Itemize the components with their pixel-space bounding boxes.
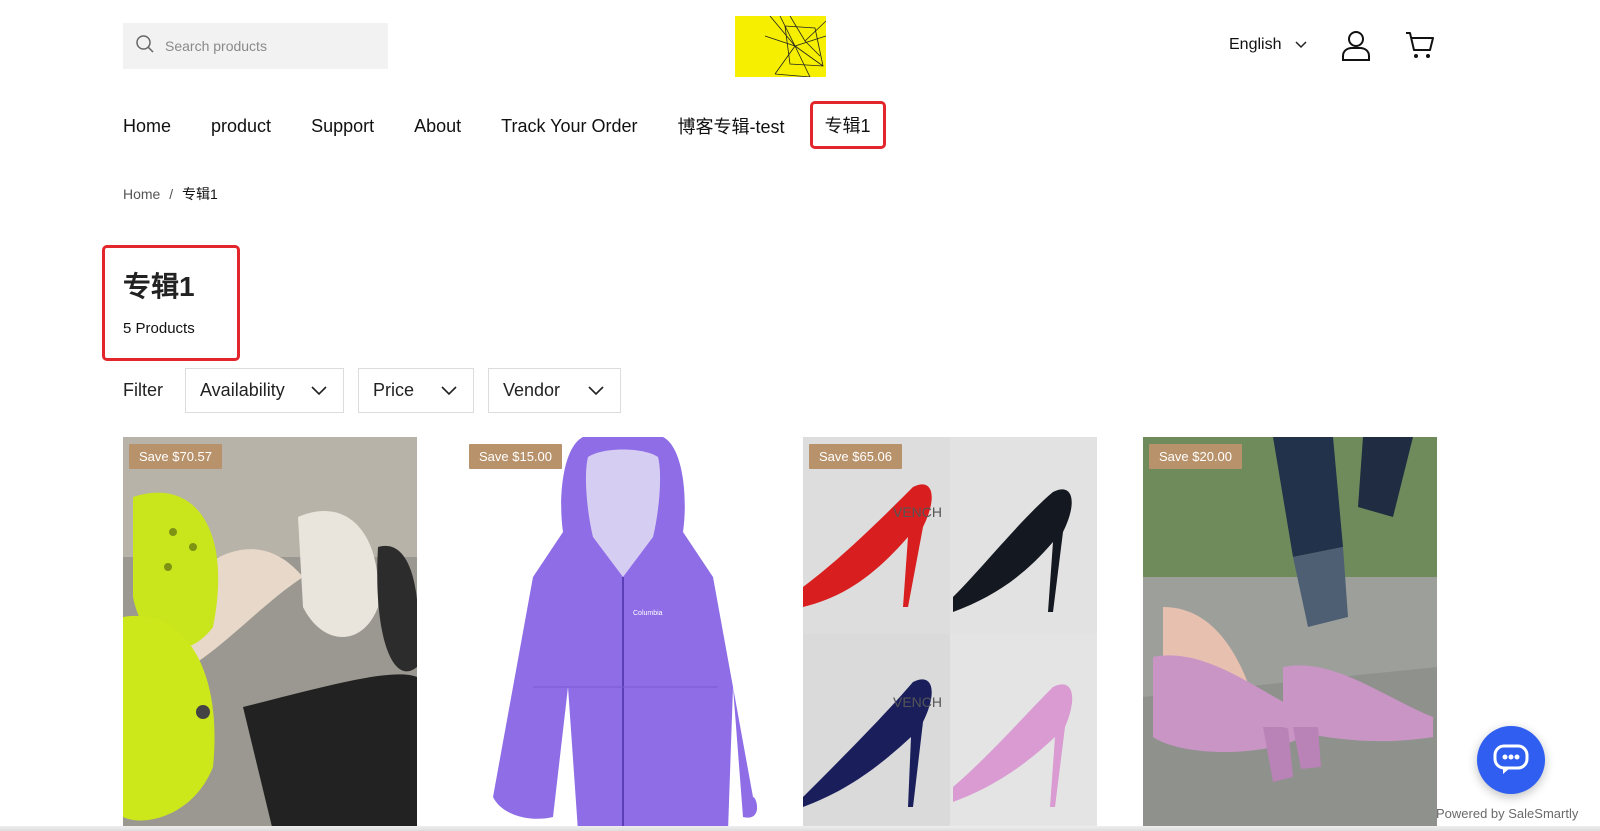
chat-button[interactable] [1477,726,1545,794]
nav-item-home[interactable]: Home [123,116,171,137]
filter-vendor[interactable]: Vendor [488,368,621,413]
page-bottom-edge [0,826,1600,831]
search-input[interactable] [165,38,375,54]
nav-item-album1[interactable]: 专辑1 [809,101,886,149]
filter-vendor-label: Vendor [503,380,561,400]
filter-availability[interactable]: Availability [185,368,344,413]
chevron-down-icon [588,385,604,395]
nav-item-blog-album[interactable]: 博客专辑-test [678,113,785,139]
svg-text:VENCH: VENCH [893,694,942,710]
filter-price[interactable]: Price [358,368,474,413]
save-badge: Save $70.57 [129,444,223,469]
search-bar[interactable] [123,23,388,69]
page-title: 专辑1 [123,271,195,302]
product-card[interactable]: Save $70.57 [123,437,417,831]
svg-text:VENCH: VENCH [893,504,942,520]
product-card[interactable]: Save $20.00 [1143,437,1437,831]
save-badge: Save $65.06 [809,444,903,469]
chevron-down-icon [1295,41,1308,49]
language-selector[interactable]: English [1229,36,1308,54]
user-icon[interactable] [1341,30,1371,61]
cart-icon[interactable] [1405,30,1435,60]
product-image [1143,437,1437,831]
product-card[interactable]: Save $15.00 Columbia [463,437,757,831]
nav-item-about[interactable]: About [414,116,461,137]
chevron-down-icon [311,385,327,395]
chat-icon [1493,744,1529,774]
store-logo[interactable] [735,16,826,77]
product-image: Columbia [463,437,757,831]
nav-item-track-order[interactable]: Track Your Order [501,116,637,137]
nav-item-support[interactable]: Support [311,116,374,137]
filter-bar: Filter Availability Price Vendor [123,368,635,413]
filter-availability-label: Availability [200,380,285,400]
nav-item-product[interactable]: product [211,116,271,137]
search-icon [135,34,155,59]
product-card[interactable]: Save $65.06 VENCH VENCH [803,437,1097,831]
breadcrumb-separator: / [169,186,174,202]
breadcrumb: Home / 专辑1 [123,184,218,204]
product-image [123,437,417,831]
svg-text:Columbia: Columbia [633,610,663,617]
product-image: VENCH VENCH [803,437,1097,831]
breadcrumb-home[interactable]: Home [123,186,160,202]
filter-label: Filter [123,380,163,400]
save-badge: Save $15.00 [469,444,563,469]
breadcrumb-current: 专辑1 [182,186,218,202]
language-label: English [1229,36,1282,53]
chevron-down-icon [441,385,457,395]
save-badge: Save $20.00 [1149,444,1243,469]
main-nav: Home product Support About Track Your Or… [123,101,926,149]
filter-price-label: Price [373,380,415,400]
powered-by[interactable]: Powered by SaleSmartly [1436,806,1578,821]
product-count: 5 Products [123,320,195,337]
